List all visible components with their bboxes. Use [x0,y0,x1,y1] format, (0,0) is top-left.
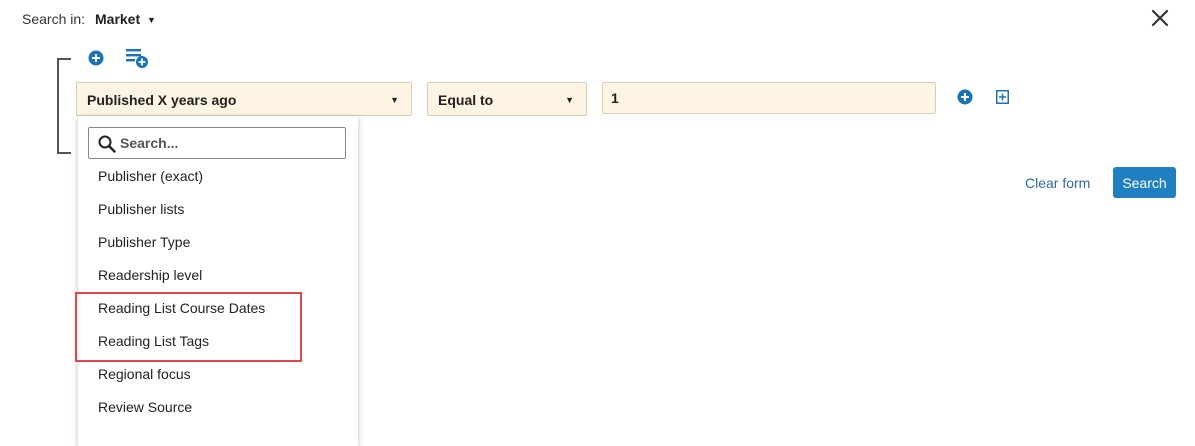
chevron-down-icon[interactable]: ▼ [147,15,156,25]
add-group-icon[interactable] [125,48,149,69]
clear-form-link[interactable]: Clear form [1025,175,1090,191]
add-subgroup-icon[interactable] [996,90,1009,104]
list-item[interactable]: Regional focus [78,363,358,396]
field-select[interactable]: Published X years ago ▼ [76,82,412,116]
list-item[interactable]: Publisher lists [78,198,358,231]
highlight-box [75,292,302,362]
chevron-down-icon: ▼ [565,95,574,105]
dropdown-search-input[interactable] [120,133,340,153]
add-condition-icon[interactable] [88,50,104,66]
operator-select[interactable]: Equal to ▼ [427,82,587,116]
value-input[interactable] [602,82,936,114]
list-item[interactable]: Review Source [78,396,358,429]
search-in-selector[interactable]: Market [95,11,140,27]
search-button[interactable]: Search [1113,167,1176,198]
field-select-value: Published X years ago [87,92,237,108]
list-item[interactable]: Publisher Type [78,231,358,264]
operator-select-value: Equal to [438,92,494,108]
close-icon[interactable] [1150,8,1170,28]
group-bracket [57,58,71,154]
search-icon [98,135,116,153]
add-condition-icon[interactable] [957,89,973,105]
list-item[interactable]: Publisher (exact) [78,165,358,198]
search-in-label: Search in: [22,11,86,27]
field-dropdown: Publisher (exact) Publisher lists Publis… [78,116,358,446]
chevron-down-icon: ▼ [390,95,399,105]
dropdown-search-box[interactable] [88,127,346,159]
